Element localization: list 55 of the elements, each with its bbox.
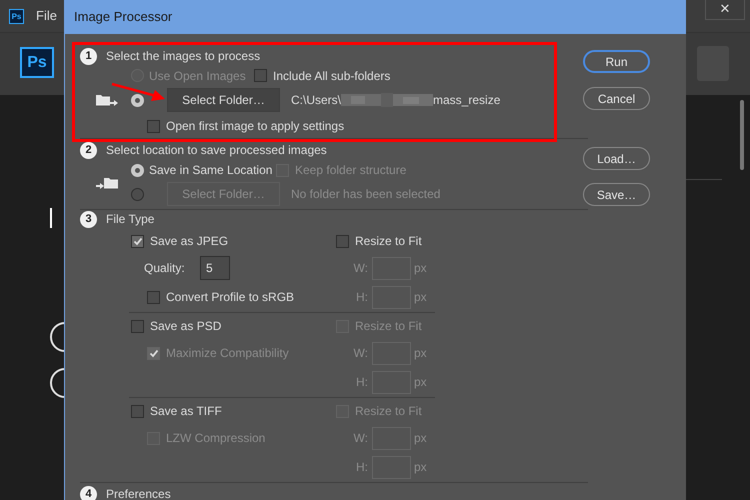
checkbox-label[interactable]: Include All sub-folders	[273, 66, 390, 84]
step-number: 2	[80, 142, 97, 158]
window-title: Image Processor	[65, 0, 686, 34]
checkbox[interactable]	[254, 69, 267, 82]
unit-label: px	[414, 289, 427, 306]
folder-arrow-icon	[96, 92, 118, 108]
field-label: H:	[355, 459, 368, 476]
section-title: Select the images to process	[106, 48, 260, 65]
unit-label: px	[414, 345, 427, 362]
field-label: H:	[355, 289, 368, 306]
unit-label: px	[414, 459, 427, 476]
menu-item[interactable]: File	[36, 6, 57, 26]
quality-field[interactable]: 5	[200, 256, 230, 280]
checkbox-label[interactable]: Resize to Fit	[355, 232, 422, 250]
field-label: W:	[352, 430, 368, 447]
app-logo: Ps	[9, 8, 24, 24]
checkbox-label[interactable]: Save as TIFF	[150, 402, 222, 420]
checkbox[interactable]	[147, 290, 160, 304]
checkbox-label[interactable]: Open first image to apply settings	[166, 117, 344, 135]
dialog-button[interactable]: Run	[583, 50, 650, 73]
close-button[interactable]: ✕	[705, 0, 745, 20]
section-title: Select location to save processed images	[106, 142, 327, 159]
step-number: 1	[80, 48, 97, 64]
status-text: No folder has been selected	[291, 186, 440, 203]
checkbox[interactable]	[131, 320, 144, 332]
path-text: C:\Users\	[291, 92, 342, 109]
checkbox[interactable]	[131, 234, 144, 248]
step-number: 4	[80, 486, 97, 500]
checkbox[interactable]	[336, 234, 349, 248]
unit-label: px	[414, 374, 427, 391]
path-text: mass_resize	[433, 92, 500, 109]
radio-button[interactable]	[131, 188, 144, 200]
field-label: W:	[352, 260, 368, 277]
dialog-button[interactable]: Load…	[583, 147, 650, 170]
step-number: 3	[80, 210, 97, 228]
radio-label[interactable]: Save in Same Location	[149, 161, 272, 179]
unit-label: px	[414, 260, 427, 277]
checkbox-label[interactable]: Save as PSD	[150, 317, 222, 335]
select-folder-button[interactable]: Select Folder…	[167, 88, 280, 112]
checkbox-label[interactable]: Save as JPEG	[150, 232, 228, 250]
dialog-button[interactable]: Cancel	[583, 87, 650, 110]
field-label: W:	[352, 345, 368, 362]
dialog-button[interactable]: Save…	[583, 183, 650, 206]
checkbox-label[interactable]: Convert Profile to sRGB	[166, 288, 294, 306]
scrollbar-thumb[interactable]	[740, 100, 744, 170]
app-logo: Ps	[20, 47, 54, 78]
section-title: File Type	[106, 211, 154, 228]
annotation-arrow	[110, 82, 166, 102]
field-label: H:	[355, 374, 368, 391]
unit-label: px	[414, 430, 427, 447]
checkbox[interactable]	[147, 120, 160, 132]
section-title: Preferences	[106, 486, 171, 500]
field-label: Quality:	[144, 260, 186, 277]
folder-arrow-icon	[96, 175, 118, 191]
checkbox[interactable]	[131, 404, 144, 418]
